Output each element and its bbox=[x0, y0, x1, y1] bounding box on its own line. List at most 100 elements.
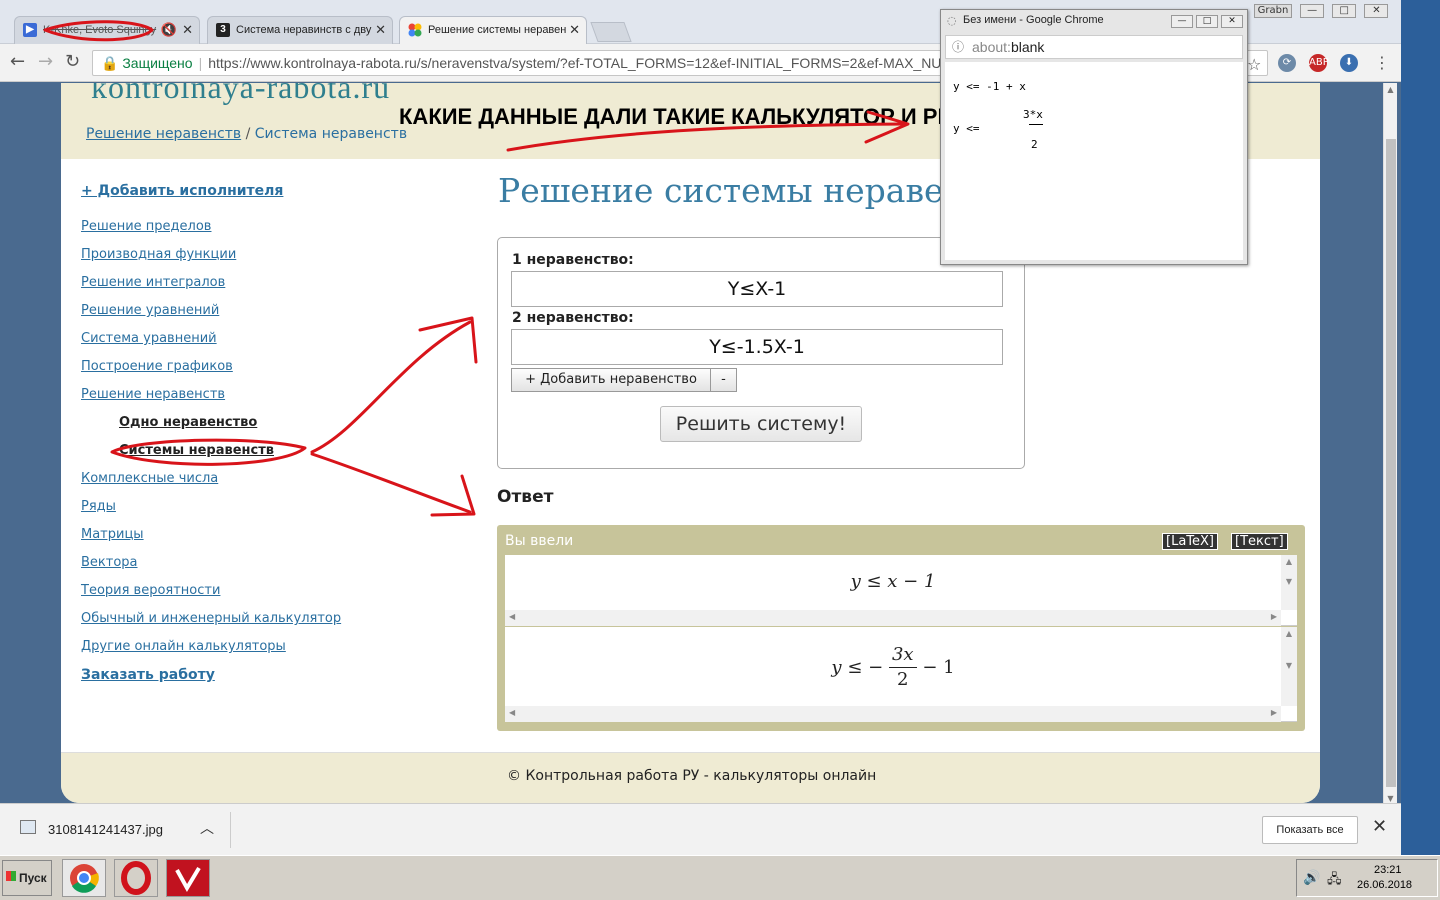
mute-icon[interactable]: 🔇 bbox=[161, 17, 177, 43]
maximize-icon[interactable]: □ bbox=[1332, 4, 1357, 18]
tab-label: K-Knke, Evoto Squingy bbox=[43, 24, 157, 36]
sidebar-link[interactable]: Решение интегралов bbox=[81, 275, 225, 290]
sidebar-link[interactable]: Система уравнений bbox=[81, 331, 217, 346]
menu-icon[interactable]: ⋮ bbox=[1374, 53, 1390, 72]
popup-window: ◌ Без имени - Google Chrome — □ ✕ ⓘ about:… bbox=[940, 9, 1248, 265]
breadcrumb: Решение неравенств / Система неравенств bbox=[86, 126, 407, 142]
breadcrumb-current: Система неравенств bbox=[254, 126, 408, 142]
sidebar-link[interactable]: Комплексные числа bbox=[81, 471, 218, 486]
popup-title: Без имени - Google Chrome bbox=[963, 14, 1104, 26]
sidebar-link[interactable]: Решение неравенств bbox=[81, 387, 225, 402]
inequality-2-input[interactable]: Y≤-1.5X-1 bbox=[511, 329, 1003, 365]
sidebar-item: Производная функции bbox=[81, 247, 461, 275]
inequality-1-input[interactable]: Y≤X-1 bbox=[511, 271, 1003, 307]
add-performer-link[interactable]: + Добавить исполнителя bbox=[81, 183, 461, 199]
answer-heading: Ответ bbox=[497, 487, 554, 507]
result-line-2: y <= bbox=[953, 122, 980, 135]
sidebar-link[interactable]: Производная функции bbox=[81, 247, 236, 262]
tab-active[interactable]: Решение системы неравен ✕ bbox=[399, 16, 587, 44]
sidebar-link[interactable]: Построение графиков bbox=[81, 359, 233, 374]
sidebar-link[interactable]: Другие онлайн калькуляторы bbox=[81, 639, 286, 654]
new-tab-button[interactable] bbox=[590, 22, 632, 42]
taskbar: Пуск 🔊 🖧 23:21 26.06.2018 bbox=[0, 855, 1440, 900]
page-title: Решение системы неравенс bbox=[498, 171, 985, 210]
close-icon[interactable]: ✕ bbox=[1364, 4, 1389, 18]
sidebar-item: Решение неравенств bbox=[81, 387, 461, 415]
add-inequality-button[interactable]: + Добавить неравенство bbox=[511, 368, 711, 392]
popup-address-bar[interactable]: ⓘ about:blank bbox=[945, 35, 1243, 59]
sidebar-link[interactable]: Одно неравенство bbox=[119, 415, 257, 430]
minimize-icon[interactable]: — bbox=[1300, 4, 1325, 18]
sidebar-link[interactable]: Решение пределов bbox=[81, 219, 211, 234]
adblock-icon[interactable]: ABP bbox=[1309, 54, 1329, 72]
show-all-button[interactable]: Показать все bbox=[1262, 816, 1358, 844]
popup-window-controls: — □ ✕ bbox=[1168, 12, 1243, 28]
reload-icon[interactable]: ↻ bbox=[65, 53, 80, 71]
windows-logo-icon bbox=[6, 871, 16, 881]
sidebar-item: Решение интегралов bbox=[81, 275, 461, 303]
page-scrollbar[interactable]: ▲ ▼ bbox=[1383, 83, 1397, 803]
network-icon[interactable]: 🖧 bbox=[1327, 870, 1342, 892]
lock-icon: 🔒 bbox=[101, 55, 119, 71]
horizontal-scrollbar[interactable]: ◀ ▶ bbox=[505, 610, 1281, 626]
close-icon[interactable]: ✕ bbox=[569, 17, 580, 43]
vertical-scrollbar[interactable]: ▲ ▼ bbox=[1281, 555, 1297, 610]
sidebar-link[interactable]: Заказать работу bbox=[81, 667, 215, 683]
result-line-1: y <= -1 + x bbox=[953, 80, 1026, 93]
math-expression: y ≤ x − 1 bbox=[850, 571, 936, 592]
sidebar-link[interactable]: Системы неравенств bbox=[119, 443, 274, 458]
math-expression: y ≤ − 3x 2 − 1 bbox=[831, 644, 955, 690]
text-button[interactable]: [Текст] bbox=[1231, 533, 1288, 550]
download-filename[interactable]: 3108141241437.jpg bbox=[48, 822, 163, 837]
extension-off-icon[interactable]: ⟳ bbox=[1278, 54, 1296, 72]
info-icon: ⓘ bbox=[952, 40, 965, 54]
play-icon: ▶ bbox=[23, 23, 37, 37]
sidebar-item: Другие онлайн калькуляторы bbox=[81, 639, 461, 667]
app-taskbar-icon[interactable] bbox=[166, 859, 210, 897]
sidebar-link[interactable]: Теория вероятности bbox=[81, 583, 220, 598]
tab-music[interactable]: ▶ K-Knke, Evoto Squingy 🔇 ✕ bbox=[14, 16, 200, 44]
minimize-icon[interactable]: — bbox=[1171, 15, 1193, 28]
chevron-up-icon[interactable]: ︿ bbox=[200, 818, 214, 838]
opera-taskbar-icon[interactable] bbox=[114, 859, 158, 897]
site-logo[interactable]: kontrolnaya-rabota.ru bbox=[91, 83, 390, 106]
sidebar: + Добавить исполнителя Решение пределов П… bbox=[81, 183, 461, 695]
sidebar-link[interactable]: Обычный и инженерный калькулятор bbox=[81, 611, 341, 626]
tab-inequality-system[interactable]: 3 Система неравинств с дву ✕ bbox=[207, 16, 393, 44]
result-denominator: 2 bbox=[1031, 138, 1038, 151]
back-icon[interactable]: ← bbox=[10, 53, 25, 71]
breadcrumb-link[interactable]: Решение неравенств bbox=[86, 126, 241, 142]
sidebar-item: Комплексные числа bbox=[81, 471, 461, 499]
sidebar-link[interactable]: Решение уравнений bbox=[81, 303, 219, 318]
desktop-background bbox=[1401, 0, 1440, 855]
sidebar-link[interactable]: Ряды bbox=[81, 499, 116, 514]
remove-inequality-button[interactable]: - bbox=[710, 368, 737, 392]
bookmark-star-icon[interactable]: ☆ bbox=[1247, 55, 1261, 74]
download-extension-icon[interactable]: ⬇ bbox=[1340, 54, 1358, 72]
footer-copyright: © Контрольная работа РУ - калькуляторы о… bbox=[507, 768, 877, 784]
sidebar-item: Системы неравенств bbox=[81, 443, 461, 471]
close-icon[interactable]: ✕ bbox=[1221, 15, 1243, 28]
inequality-form: 1 неравенство: Y≤X-1 2 неравенство: Y≤-1… bbox=[497, 237, 1025, 469]
sidebar-link[interactable]: Матрицы bbox=[81, 527, 144, 542]
close-icon[interactable]: ✕ bbox=[182, 17, 193, 43]
sidebar-item: Построение графиков bbox=[81, 359, 461, 387]
clock-time[interactable]: 23:21 bbox=[1374, 864, 1402, 876]
sidebar-link[interactable]: Вектора bbox=[81, 555, 138, 570]
close-icon[interactable]: ✕ bbox=[1372, 816, 1387, 837]
image-file-icon bbox=[20, 820, 36, 834]
chrome-taskbar-icon[interactable] bbox=[62, 859, 106, 897]
math-output-2: y ≤ − 3x 2 − 1 ▲ ▼ ◀ ▶ bbox=[505, 627, 1297, 722]
horizontal-scrollbar[interactable]: ◀ ▶ bbox=[505, 706, 1281, 722]
forward-icon[interactable]: → bbox=[38, 53, 53, 71]
google-icon bbox=[408, 23, 422, 37]
maximize-icon[interactable]: □ bbox=[1196, 15, 1218, 28]
vertical-scrollbar[interactable]: ▲ ▼ bbox=[1281, 627, 1297, 706]
clock-date[interactable]: 26.06.2018 bbox=[1357, 879, 1412, 891]
sidebar-item: Матрицы bbox=[81, 527, 461, 555]
close-icon[interactable]: ✕ bbox=[375, 17, 386, 43]
speaker-icon[interactable]: 🔊 bbox=[1303, 870, 1320, 886]
scrollbar-thumb[interactable] bbox=[1386, 139, 1396, 787]
solve-system-button[interactable]: Решить систему! bbox=[660, 406, 862, 442]
latex-button[interactable]: [LaTeX] bbox=[1162, 533, 1218, 550]
